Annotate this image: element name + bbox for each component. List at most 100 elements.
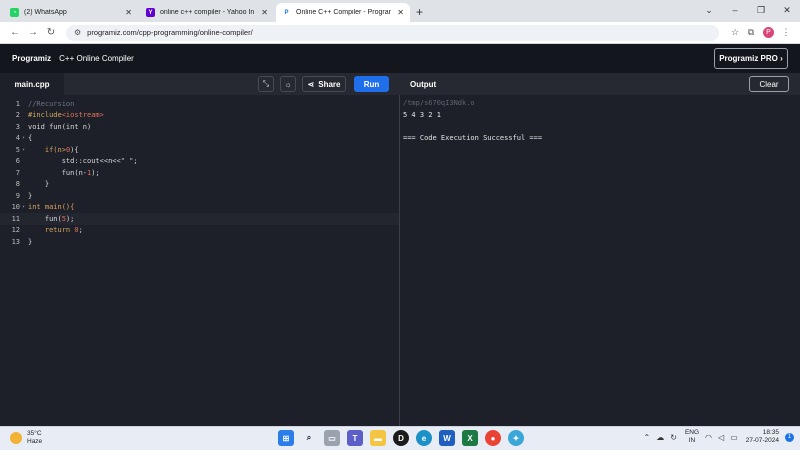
tab-title: (2) WhatsApp	[24, 9, 67, 16]
line-number: 11	[11, 214, 20, 223]
code-line: 9 }	[0, 190, 399, 202]
close-tab-icon[interactable]: ✕	[261, 8, 268, 17]
profile-avatar[interactable]: P	[763, 27, 774, 38]
code-token: void fun(int n)	[28, 122, 92, 131]
code-line-active: 11 fun(5);	[0, 213, 399, 225]
tab-programiz[interactable]: P Online C++ Compiler - Prograr ✕	[276, 3, 410, 22]
tab-whatsapp[interactable]: ◔ (2) WhatsApp ✕	[4, 3, 138, 22]
share-icon: ⋖	[307, 79, 315, 89]
fold-icon[interactable]: ▾	[20, 204, 28, 210]
volume-icon[interactable]: ◁	[718, 433, 724, 442]
chevron-down-icon[interactable]: ⌄	[696, 0, 722, 22]
code-token: <iostream>	[61, 111, 104, 120]
code-token: ;	[133, 157, 138, 166]
task-view-icon[interactable]: ▭	[324, 430, 340, 446]
programiz-logo[interactable]: Programiz	[12, 54, 51, 63]
code-line: 4 ▾ {	[0, 133, 399, 145]
window-controls: ⌄ – ❐ ✕	[696, 0, 800, 22]
line-number: 1	[15, 99, 20, 108]
file-explorer-icon[interactable]: ▬	[370, 430, 386, 446]
language-indicator[interactable]: ENG IN	[685, 429, 699, 445]
clear-button[interactable]: Clear	[749, 76, 789, 92]
line-number: 8	[15, 180, 20, 189]
code-token: int main(){	[28, 203, 75, 212]
system-tray: ⌃ ☁ ↻ ENG IN ◠ ◁ ▭ 18:35 27-07-2024 1	[638, 429, 794, 445]
weather-widget[interactable]: 35°C Haze	[10, 430, 42, 446]
code-token: " "	[120, 157, 134, 166]
extensions-icon[interactable]: ⧉	[743, 27, 759, 38]
restore-icon[interactable]: ❐	[748, 0, 774, 22]
line-number: 7	[15, 168, 20, 177]
close-window-icon[interactable]: ✕	[774, 0, 800, 22]
code-line: 12 return 0;	[0, 225, 399, 237]
windows-start-icon[interactable]: ⊞	[278, 430, 294, 446]
theme-toggle-icon[interactable]: ☼	[280, 76, 296, 92]
url-text: programiz.com/cpp-programming/online-com…	[87, 28, 253, 37]
reload-icon[interactable]: ↻	[42, 27, 60, 38]
weather-icon	[10, 432, 22, 444]
file-tab[interactable]: main.cpp	[0, 73, 64, 95]
taskbar-apps: ⊞ ⌕ ▭ T ▬ D e W X ● ✦	[278, 430, 531, 446]
programiz-pro-button[interactable]: Programiz PRO ›	[714, 48, 788, 69]
code-token: return	[28, 226, 75, 235]
chrome-icon[interactable]: ●	[485, 430, 501, 446]
excel-icon[interactable]: X	[462, 430, 478, 446]
word-icon[interactable]: W	[439, 430, 455, 446]
code-line: 3 void fun(int n)	[0, 121, 399, 133]
site-info-icon[interactable]: ⚙	[74, 28, 81, 37]
line-number: 5	[15, 145, 20, 154]
battery-icon[interactable]: ▭	[730, 433, 738, 442]
app-icon[interactable]: ✦	[508, 430, 524, 446]
menu-icon[interactable]: ⋮	[778, 27, 794, 38]
clock[interactable]: 18:35 27-07-2024	[746, 429, 779, 445]
taskbar: 35°C Haze ⊞ ⌕ ▭ T ▬ D e W X ● ✦ ⌃ ☁ ↻ EN…	[0, 426, 800, 450]
code-token: ){	[70, 145, 79, 154]
close-tab-icon[interactable]: ✕	[125, 8, 132, 17]
code-line: 6 std::cout<<n<<" ";	[0, 156, 399, 168]
back-icon[interactable]: ←	[6, 27, 24, 38]
output-toolbar: Output Clear	[400, 73, 800, 95]
forward-icon[interactable]: →	[24, 27, 42, 38]
notification-badge[interactable]: 1	[785, 432, 794, 442]
address-bar: ← → ↻ ⚙ programiz.com/cpp-programming/on…	[0, 22, 800, 44]
minimize-icon[interactable]: –	[722, 0, 748, 22]
whatsapp-icon: ◔	[10, 8, 19, 17]
weather-temp: 35°C	[27, 430, 42, 437]
fold-icon[interactable]: ▾	[20, 147, 28, 153]
url-input[interactable]: ⚙ programiz.com/cpp-programming/online-c…	[66, 24, 719, 41]
line-number: 10	[11, 203, 20, 212]
search-icon[interactable]: ⌕	[301, 430, 317, 446]
star-icon[interactable]: ☆	[727, 27, 743, 38]
new-tab-button[interactable]: +	[416, 3, 423, 22]
output-path: /tmp/s670qI3Ndk.o	[403, 99, 475, 107]
close-tab-icon[interactable]: ✕	[397, 8, 404, 17]
cloud-icon[interactable]: ☁	[656, 433, 664, 442]
tab-title: online c++ compiler - Yahoo In	[160, 9, 255, 16]
output-panel: /tmp/s670qI3Ndk.o 5 4 3 2 1 === Code Exe…	[400, 95, 800, 426]
clock-date: 27-07-2024	[745, 437, 779, 444]
output-status: === Code Execution Successful ===	[403, 133, 543, 142]
fold-icon[interactable]: ▾	[20, 135, 28, 141]
chevron-up-icon[interactable]: ⌃	[644, 433, 651, 442]
fullscreen-icon[interactable]: ⤡	[258, 76, 274, 92]
line-number: 12	[11, 226, 20, 235]
code-line: 10 ▾ int main(){	[0, 202, 399, 214]
share-button[interactable]: ⋖ Share	[302, 76, 346, 92]
dell-icon[interactable]: D	[393, 430, 409, 446]
code-editor[interactable]: 1 //Recursion 2 #include<iostream> 3 voi…	[0, 95, 400, 426]
run-button[interactable]: Run	[354, 76, 389, 92]
code-token: fun(	[28, 214, 62, 223]
line-number: 6	[15, 157, 20, 166]
code-line: 8 }	[0, 179, 399, 191]
wifi-icon[interactable]: ◠	[705, 433, 712, 442]
teams-icon[interactable]: T	[347, 430, 363, 446]
edge-icon[interactable]: e	[416, 430, 432, 446]
code-token: if(n>	[28, 145, 66, 154]
code-line: 13 }	[0, 236, 399, 248]
sync-icon[interactable]: ↻	[670, 433, 677, 442]
tab-yahoo[interactable]: Y online c++ compiler - Yahoo In ✕	[140, 3, 274, 22]
editor-toolbar: main.cpp ⤡ ☼ ⋖ Share Run	[0, 73, 400, 95]
code-token: //Recursion	[28, 99, 75, 108]
line-number: 13	[11, 237, 20, 246]
code-token: );	[65, 214, 75, 223]
